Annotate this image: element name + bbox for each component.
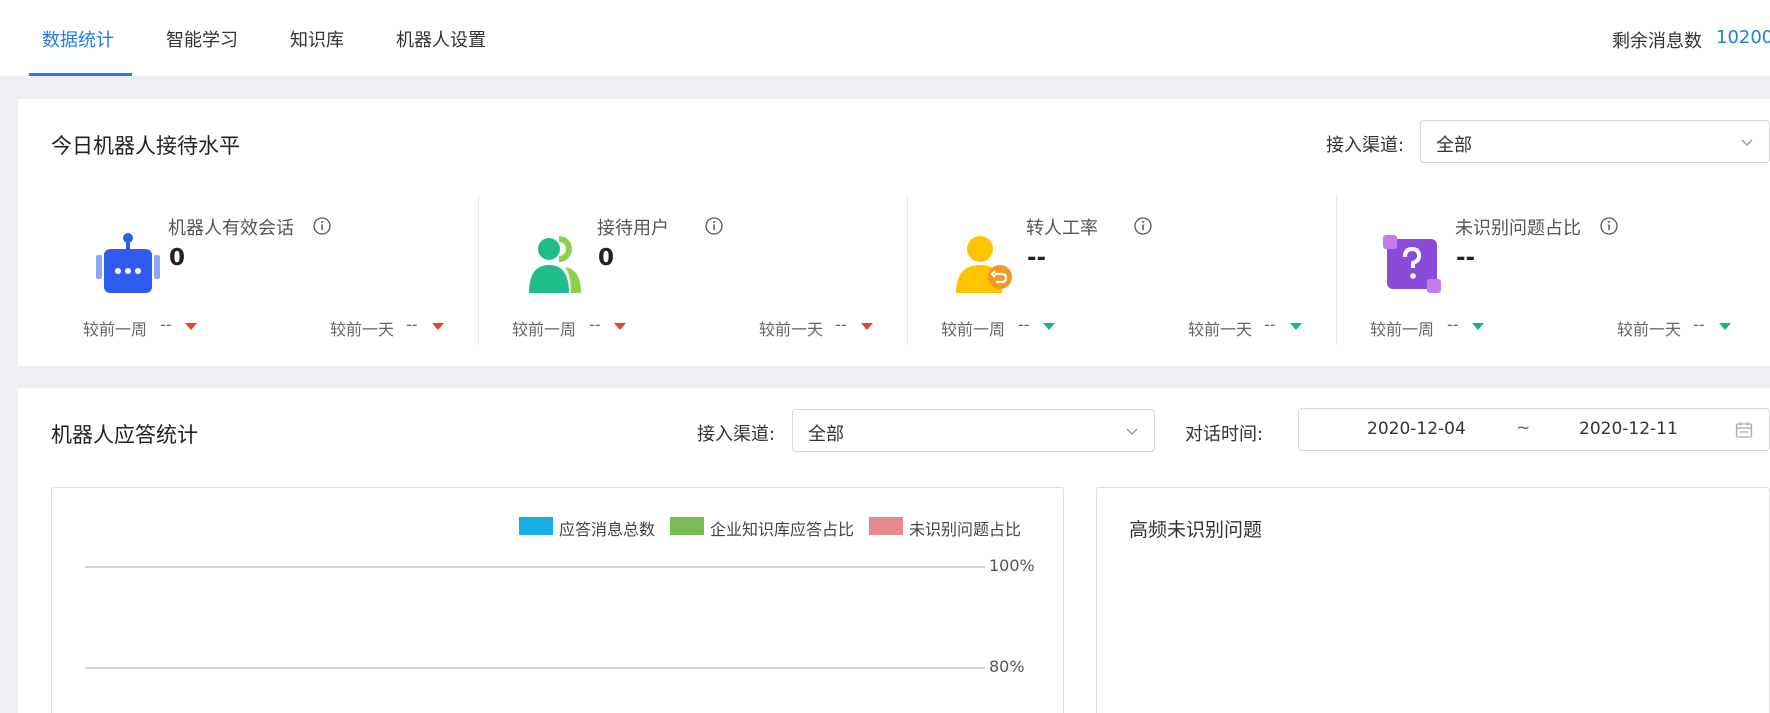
compare-day-value: -- [1693,315,1705,334]
response-stats-card: 机器人应答统计 接入渠道: 全部 对话时间: 2020-12-04 ~ 2020… [18,388,1770,713]
info-icon[interactable] [1600,217,1618,235]
legend-swatch [869,517,903,535]
kpi-reception-users: 接待用户 0 较前一周 -- 较前一天 -- [447,195,877,345]
trend-down-green-icon [1290,323,1302,330]
chevron-down-icon [1741,139,1753,146]
kpi-value: -- [1027,245,1047,271]
y-tick-label: 100% [989,556,1035,575]
response-chart: 应答消息总数 企业知识库应答占比 未识别问题占比 100% 80% [51,487,1064,713]
tab-robot-settings[interactable]: 机器人设置 [396,26,486,76]
compare-week-value: -- [589,315,601,334]
channel-label: 接入渠道: [697,424,776,445]
legend-label: 企业知识库应答占比 [710,520,855,539]
trend-down-icon [185,323,197,330]
info-icon[interactable] [705,217,723,235]
date-start[interactable]: 2020-12-04 [1367,419,1466,439]
kpi-label: 接待用户 [597,218,669,239]
kpi-label: 机器人有效会话 [168,218,294,239]
trend-down-icon [861,323,873,330]
kpi-label: 转人工率 [1026,218,1098,239]
tab-data-statistics[interactable]: 数据统计 [42,26,114,76]
tab-smart-learning[interactable]: 智能学习 [166,26,238,76]
kpi-transfer-rate: 转人工率 -- 较前一周 -- 较前一天 -- [876,195,1306,345]
channel-select[interactable]: 全部 [1420,120,1770,163]
robot-icon [96,233,160,293]
dialog-time-label: 对话时间: [1185,424,1264,445]
compare-week-label: 较前一周 [1370,320,1435,339]
legend-label: 未识别问题占比 [909,520,1022,539]
legend-label: 应答消息总数 [559,520,656,539]
compare-day-label: 较前一天 [1188,320,1253,339]
response-stats-title: 机器人应答统计 [51,423,198,447]
trend-down-icon [614,323,626,330]
trend-down-green-icon [1043,323,1055,330]
compare-week-value: -- [160,315,172,334]
tab-knowledge-base[interactable]: 知识库 [290,26,344,76]
kpi-label: 未识别问题占比 [1455,218,1581,239]
info-icon[interactable] [313,217,331,235]
compare-day-value: -- [835,315,847,334]
compare-week-label: 较前一周 [941,320,1006,339]
kpi-value: 0 [598,245,615,271]
today-reception-title: 今日机器人接待水平 [51,134,240,158]
top-navigation: 数据统计 智能学习 知识库 机器人设置 剩余消息数 102000 [0,0,1770,76]
gridline [85,566,985,568]
active-tab-indicator [29,73,132,76]
compare-day-label: 较前一天 [759,320,824,339]
y-tick-label: 80% [989,657,1025,676]
compare-day-value: -- [406,315,418,334]
date-separator: ~ [1516,418,1531,438]
compare-week-label: 较前一周 [83,320,148,339]
unknown-question-icon [1383,235,1441,293]
compare-day-label: 较前一天 [1617,320,1682,339]
kpi-value: -- [1456,245,1476,271]
frequent-unrecognized-panel: 高频未识别问题 [1096,487,1770,713]
remaining-messages-value: 102000 [1716,27,1770,48]
compare-week-label: 较前一周 [512,320,577,339]
legend-swatch [519,517,553,535]
channel-select[interactable]: 全部 [792,409,1155,452]
compare-day-label: 较前一天 [330,320,395,339]
chevron-down-icon [1126,428,1138,435]
date-range-picker[interactable]: 2020-12-04 ~ 2020-12-11 [1298,408,1770,451]
compare-week-value: -- [1018,315,1030,334]
kpi-robot-valid-sessions: 机器人有效会话 0 较前一周 -- 较前一天 -- [18,195,448,345]
legend-swatch [670,517,704,535]
users-icon [529,236,581,293]
channel-label: 接入渠道: [1326,135,1405,156]
compare-week-value: -- [1447,315,1459,334]
channel-select-value: 全部 [1436,135,1472,156]
kpi-value: 0 [169,245,186,271]
kpi-unrecognized-ratio: 未识别问题占比 -- 较前一周 -- 较前一天 -- [1305,195,1735,345]
trend-down-icon [432,323,444,330]
date-end[interactable]: 2020-12-11 [1579,419,1678,439]
trend-down-green-icon [1472,323,1484,330]
frequent-unrecognized-title: 高频未识别问题 [1129,519,1263,541]
info-icon[interactable] [1134,217,1152,235]
calendar-icon[interactable] [1735,421,1753,439]
remaining-messages-label: 剩余消息数 [1612,31,1702,52]
gridline [85,667,985,669]
today-reception-card: 今日机器人接待水平 接入渠道: 全部 机器人有效会话 0 较前一周 -- 较前一… [18,99,1770,366]
trend-down-green-icon [1719,323,1731,330]
channel-select-value: 全部 [808,424,844,445]
transfer-agent-icon [956,236,1012,293]
compare-day-value: -- [1264,315,1276,334]
